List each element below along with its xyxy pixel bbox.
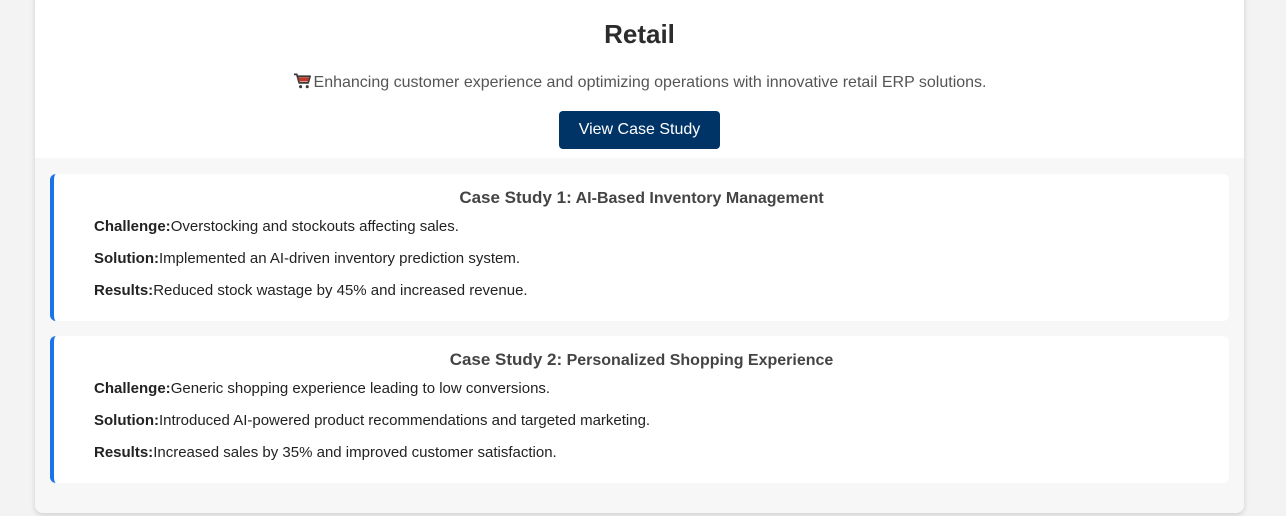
- challenge-row: Challenge:Generic shopping experience le…: [94, 380, 550, 397]
- solution-row: Solution:Introduced AI-powered product r…: [94, 412, 650, 429]
- challenge-label: Challenge:: [94, 218, 171, 235]
- solution-text: Implemented an AI-driven inventory predi…: [158, 250, 520, 267]
- solution-label: Solution:: [94, 412, 159, 429]
- challenge-label: Challenge:: [94, 380, 171, 397]
- case-study-card: Case Study 1: AI-Based Inventory Managem…: [50, 174, 1229, 321]
- challenge-text: Generic shopping experience leading to l…: [170, 380, 551, 397]
- results-row: Results:Reduced stock wastage by 45% and…: [94, 282, 528, 299]
- subtitle-text: Enhancing customer experience and optimi…: [313, 74, 987, 91]
- case-study-label: Case Study 2:: [449, 350, 563, 369]
- subtitle: Enhancing customer experience and optimi…: [35, 72, 1244, 92]
- view-case-study-button[interactable]: View Case Study: [559, 111, 720, 149]
- case-study-title: Personalized Shopping Experience: [566, 352, 834, 369]
- results-text: Reduced stock wastage by 45% and increas…: [153, 282, 528, 299]
- solution-label: Solution:: [94, 250, 159, 267]
- results-text: Increased sales by 35% and improved cust…: [153, 444, 557, 461]
- case-study-title: AI-Based Inventory Management: [575, 190, 824, 207]
- solution-text: Introduced AI-powered product recommenda…: [158, 412, 651, 429]
- case-study-heading: Case Study 1: AI-Based Inventory Managem…: [54, 188, 1229, 208]
- case-study-heading: Case Study 2: Personalized Shopping Expe…: [54, 350, 1229, 370]
- results-label: Results:: [94, 444, 154, 461]
- results-label: Results:: [94, 282, 154, 299]
- case-study-label: Case Study 1:: [459, 188, 572, 207]
- results-row: Results:Increased sales by 35% and impro…: [94, 444, 557, 461]
- case-studies-section: Case Study 1: AI-Based Inventory Managem…: [35, 158, 1244, 513]
- challenge-text: Overstocking and stockouts affecting sal…: [170, 218, 459, 235]
- challenge-row: Challenge:Overstocking and stockouts aff…: [94, 218, 459, 235]
- solution-row: Solution:Implemented an AI-driven invent…: [94, 250, 520, 267]
- retail-card: Retail Enhancing customer experience and…: [35, 0, 1244, 513]
- page-title: Retail: [604, 19, 675, 49]
- case-study-card: Case Study 2: Personalized Shopping Expe…: [50, 336, 1229, 483]
- shopping-cart-icon: [293, 73, 311, 89]
